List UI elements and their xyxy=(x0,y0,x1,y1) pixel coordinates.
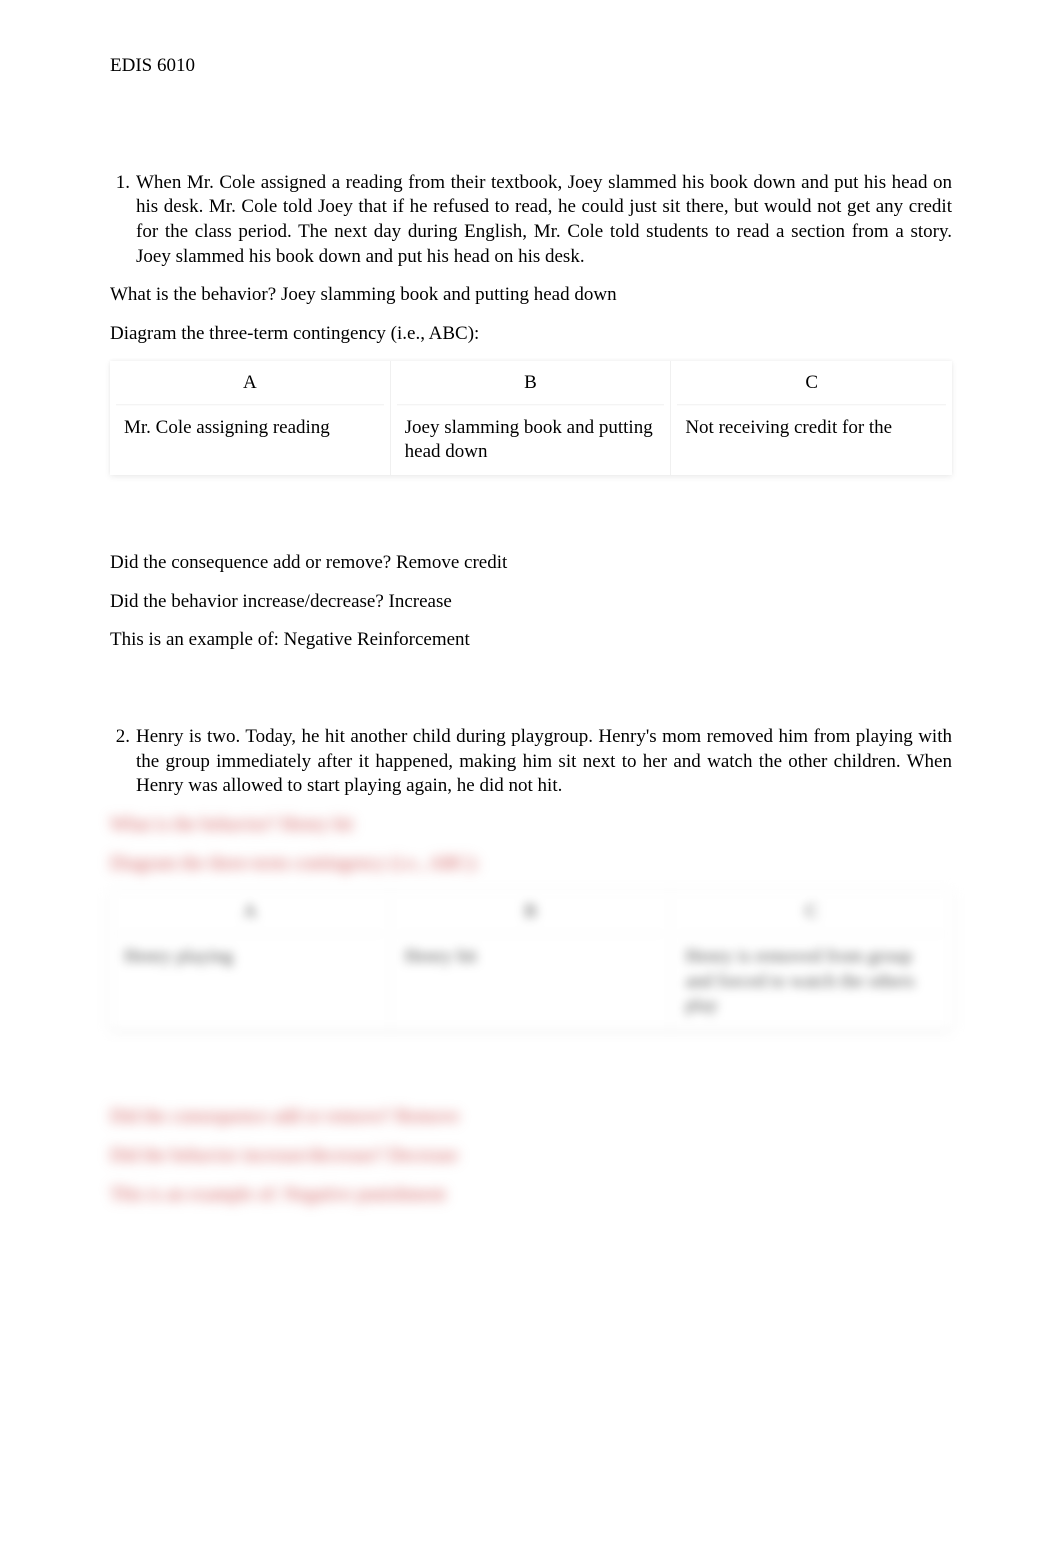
table-header-row: A B C xyxy=(110,890,952,935)
col-b-header: B xyxy=(391,890,672,935)
q1-cell-a: Mr. Cole assigning reading xyxy=(110,406,391,475)
q2-consequence-line: Did the consequence add or remove? Remov… xyxy=(110,1105,952,1130)
q2-consequence-label: Did the consequence add or remove? xyxy=(110,1106,396,1127)
q2-example-answer: Negative punishment xyxy=(284,1184,446,1205)
q1-example-line: This is an example of: Negative Reinforc… xyxy=(110,628,952,653)
col-c-header: C xyxy=(671,361,952,406)
col-b-header: B xyxy=(391,361,672,406)
table-header-row: A B C xyxy=(110,361,952,406)
q2-example-line: This is an example of: Negative punishme… xyxy=(110,1183,952,1208)
q2-blurred-section: What is the behavior? Henry hit Diagram … xyxy=(110,813,952,876)
q1-consequence-line: Did the consequence add or remove? Remov… xyxy=(110,551,952,576)
q1-behavior-answer: Joey slamming book and putting head down xyxy=(281,284,617,305)
q2-behavior-line: What is the behavior? Henry hit xyxy=(110,813,952,838)
col-c-header: C xyxy=(671,890,952,935)
document-page: EDIS 6010 1. When Mr. Cole assigned a re… xyxy=(0,0,1062,1561)
q2-behavior-label: What is the behavior? xyxy=(110,814,281,835)
question-2-number: 2. xyxy=(110,725,136,799)
q1-change-label: Did the behavior increase/decrease? xyxy=(110,591,389,612)
q1-change-answer: Increase xyxy=(389,591,452,612)
col-a-header: A xyxy=(110,361,391,406)
col-a-header: A xyxy=(110,890,391,935)
q1-consequence-answer: Remove credit xyxy=(396,552,507,573)
question-1: 1. When Mr. Cole assigned a reading from… xyxy=(110,171,952,270)
question-1-prompt: When Mr. Cole assigned a reading from th… xyxy=(136,171,952,270)
course-header: EDIS 6010 xyxy=(110,54,952,79)
question-1-number: 1. xyxy=(110,171,136,270)
q2-change-label: Did the behavior increase/decrease? xyxy=(110,1145,389,1166)
q1-example-answer: Negative Reinforcement xyxy=(284,629,470,650)
q2-abc-table: A B C Henry playing Henry hit Henry is r… xyxy=(110,890,952,1029)
q2-example-label: This is an example of: xyxy=(110,1184,284,1205)
q1-consequence-label: Did the consequence add or remove? xyxy=(110,552,396,573)
q1-change-line: Did the behavior increase/decrease? Incr… xyxy=(110,590,952,615)
q2-cell-a: Henry playing xyxy=(110,935,391,1029)
q1-cell-b: Joey slamming book and putting head down xyxy=(391,406,672,475)
q2-consequence-answer: Remove xyxy=(396,1106,459,1127)
q1-example-label: This is an example of: xyxy=(110,629,284,650)
table-row: Henry playing Henry hit Henry is removed… xyxy=(110,935,952,1029)
q2-diagram-label: Diagram the three-term contingency (i.e.… xyxy=(110,852,952,877)
q2-change-answer: Decrease xyxy=(389,1145,459,1166)
q2-behavior-answer: Henry hit xyxy=(281,814,353,835)
q2-cell-c: Henry is removed from group and forced t… xyxy=(671,935,952,1029)
q1-diagram-label: Diagram the three-term contingency (i.e.… xyxy=(110,322,952,347)
q1-behavior-line: What is the behavior? Joey slamming book… xyxy=(110,283,952,308)
q2-blurred-answers: Did the consequence add or remove? Remov… xyxy=(110,1105,952,1207)
q1-behavior-label: What is the behavior? xyxy=(110,284,281,305)
q1-abc-table: A B C Mr. Cole assigning reading Joey sl… xyxy=(110,361,952,475)
q2-cell-b: Henry hit xyxy=(391,935,672,1029)
question-2-prompt: Henry is two. Today, he hit another chil… xyxy=(136,725,952,799)
table-row: Mr. Cole assigning reading Joey slamming… xyxy=(110,406,952,475)
q1-cell-c: Not receiving credit for the xyxy=(671,406,952,475)
q2-change-line: Did the behavior increase/decrease? Decr… xyxy=(110,1144,952,1169)
question-2: 2. Henry is two. Today, he hit another c… xyxy=(110,725,952,799)
